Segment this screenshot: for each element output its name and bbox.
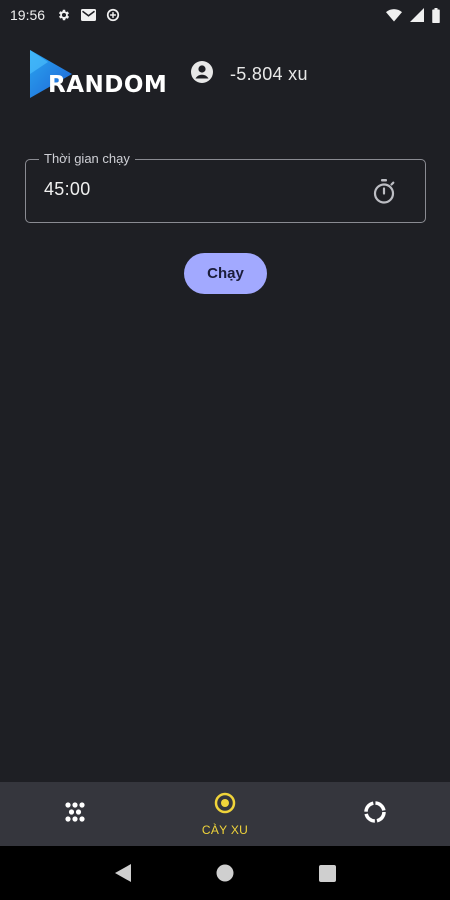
coin-balance: -5.804 xu xyxy=(230,63,308,84)
run-time-label: Thời gian chạy xyxy=(39,151,135,166)
refresh-circle-icon xyxy=(363,800,387,829)
data-saver-icon xyxy=(106,8,120,22)
run-button[interactable]: Chạy xyxy=(184,253,267,294)
account-summary[interactable]: -5.804 xu xyxy=(190,60,308,89)
nav-item-refresh[interactable] xyxy=(300,782,450,846)
wifi-icon xyxy=(386,8,402,22)
signal-icon xyxy=(410,8,424,22)
account-circle-icon[interactable] xyxy=(190,60,214,89)
dice-icon xyxy=(64,801,86,828)
app-header: RANDOM -5.804 xu xyxy=(26,44,424,104)
stopwatch-icon[interactable] xyxy=(371,178,397,206)
nav-label-cay-xu: CÀY XU xyxy=(201,822,249,837)
nav-item-cay-xu[interactable]: CÀY XU xyxy=(150,782,300,846)
back-icon[interactable] xyxy=(103,853,143,893)
logo-text: RANDOM xyxy=(48,72,168,98)
recents-icon[interactable] xyxy=(307,853,347,893)
home-icon[interactable] xyxy=(205,853,245,893)
status-bar: 19:56 xyxy=(0,0,450,30)
run-time-field[interactable]: Thời gian chạy 45:00 xyxy=(25,151,426,223)
target-icon xyxy=(214,792,236,819)
battery-icon xyxy=(432,7,440,23)
settings-icon xyxy=(57,8,71,22)
system-navigation-bar xyxy=(0,846,450,900)
run-time-value[interactable]: 45:00 xyxy=(44,179,91,200)
app-screen: 19:56 RANDOM -5.804 xu Thời gian chạy 45… xyxy=(0,0,450,900)
nav-item-random[interactable] xyxy=(0,782,150,846)
bottom-navigation: CÀY XU xyxy=(0,782,450,846)
status-time: 19:56 xyxy=(10,7,46,23)
app-logo: RANDOM xyxy=(26,46,168,102)
mail-icon xyxy=(81,9,97,21)
